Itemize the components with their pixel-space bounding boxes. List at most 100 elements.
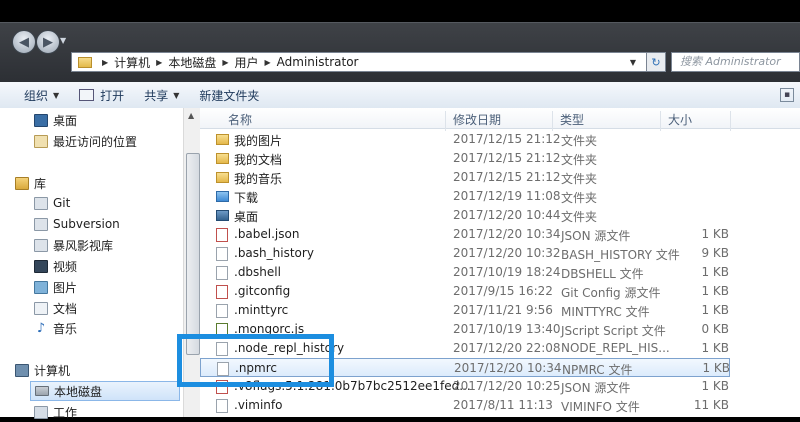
breadcrumb-computer[interactable]: 计算机 — [114, 54, 150, 71]
column-divider[interactable] — [660, 111, 661, 131]
file-row[interactable]: .bash_history 2017/12/20 10:32 BASH_HISTOR… — [200, 244, 800, 263]
file-icon — [216, 266, 228, 280]
sidebar-item-computer[interactable]: 计算机 — [15, 360, 70, 380]
address-bar[interactable]: ▶ 计算机 ▶ 本地磁盘 ▶ 用户 ▶ Administrator — [71, 52, 663, 72]
video-icon — [34, 259, 48, 273]
file-row[interactable]: .viminfo 2017/8/11 11:13 VIMINFO 文件 11 KB — [200, 396, 800, 415]
breadcrumb-chevron-icon[interactable]: ▶ — [156, 58, 162, 67]
scroll-up-icon[interactable]: ▲ — [188, 111, 194, 120]
breadcrumb-administrator[interactable]: Administrator — [277, 55, 359, 69]
scrollbar-thumb[interactable] — [186, 153, 200, 355]
file-type: 文件夹 — [561, 153, 598, 167]
sidebar-item-recent-places[interactable]: 最近访问的位置 — [34, 131, 137, 151]
sidebar-item-videos[interactable]: 视频 — [34, 256, 77, 276]
share-button[interactable]: 共享 ▼ — [134, 82, 189, 108]
file-modified: 2017/12/15 21:12 — [453, 132, 561, 146]
file-modified: 2017/10/19 18:24 — [453, 265, 561, 279]
folder-icon — [216, 134, 229, 145]
file-modified: 2017/10/19 13:40 — [453, 322, 561, 336]
sidebar-item-subversion[interactable]: Subversion — [34, 214, 120, 234]
column-name[interactable]: 名称 — [228, 111, 252, 128]
breadcrumb-chevron-icon[interactable]: ▶ — [222, 58, 228, 67]
json-file-icon — [216, 228, 228, 242]
sidebar-item-libraries[interactable]: 库 — [15, 173, 46, 193]
file-size: 1 KB — [701, 341, 729, 355]
file-row[interactable]: .babel.json 2017/12/20 10:34 JSON 源文件 1 KB — [200, 225, 800, 244]
file-row[interactable]: .gitconfig 2017/9/15 16:22 Git Config 源文件 1… — [200, 282, 800, 301]
view-options-icon[interactable]: ▪ — [780, 88, 794, 102]
sidebar-item-work[interactable]: 工作 — [34, 402, 77, 422]
breadcrumb-users[interactable]: 用户 — [235, 54, 259, 71]
file-modified: 2017/12/20 22:08 — [453, 341, 561, 355]
file-modified: 2017/12/20 10:25 — [453, 379, 561, 393]
file-row[interactable]: .dbshell 2017/10/19 18:24 DBSHELL 文件 1 KB — [200, 263, 800, 282]
file-type: 文件夹 — [561, 191, 598, 205]
file-modified: 2017/8/11 11:13 — [453, 398, 553, 412]
search-input[interactable]: 搜索 Administrator — [671, 52, 800, 72]
refresh-icon: ↻ — [651, 55, 661, 69]
git-icon — [34, 196, 48, 210]
address-dropdown-icon[interactable]: ▼ — [622, 52, 644, 72]
refresh-button[interactable]: ↻ — [646, 52, 666, 72]
file-name: 我的图片 — [234, 134, 283, 148]
file-name: 下载 — [234, 191, 259, 205]
file-name: 我的音乐 — [234, 172, 283, 186]
breadcrumb-chevron-icon[interactable]: ▶ — [102, 58, 108, 67]
folder-icon — [78, 56, 92, 68]
file-row[interactable]: 我的图片 2017/12/15 21:12 文件夹 — [200, 130, 800, 149]
open-button[interactable]: 打开 — [69, 82, 134, 108]
file-name: 桌面 — [234, 210, 259, 224]
downloads-folder-icon — [216, 191, 229, 202]
sidebar-item-documents[interactable]: 文档 — [34, 298, 77, 318]
file-name: .viminfo — [234, 398, 283, 412]
file-size: 1 KB — [701, 284, 729, 298]
breadcrumb-local-disk[interactable]: 本地磁盘 — [168, 54, 216, 71]
breadcrumb-chevron-icon[interactable]: ▶ — [265, 58, 271, 67]
column-divider[interactable] — [730, 111, 731, 131]
file-modified: 2017/12/20 10:34 — [453, 227, 561, 241]
recent-places-icon — [34, 134, 48, 148]
column-divider[interactable] — [552, 111, 553, 131]
sidebar-item-label: 工作 — [53, 405, 78, 420]
file-type: JSON 源文件 — [561, 381, 631, 395]
column-divider[interactable] — [445, 111, 446, 131]
sidebar-item-desktop[interactable]: 桌面 — [34, 110, 77, 130]
recent-pages-dropdown-icon[interactable]: ▼ — [60, 36, 66, 45]
forward-button[interactable]: ▶ — [36, 30, 60, 54]
file-name: 我的文档 — [234, 153, 283, 167]
file-name: .babel.json — [234, 227, 300, 241]
column-type[interactable]: 类型 — [560, 111, 584, 128]
sidebar-item-local-disk[interactable]: 本地磁盘 — [30, 381, 180, 401]
file-type: Git Config 源文件 — [561, 286, 661, 300]
sidebar-item-media-library[interactable]: 暴风影视库 — [34, 235, 113, 255]
sidebar-item-pictures[interactable]: 图片 — [34, 277, 77, 297]
pictures-icon — [34, 280, 48, 294]
organize-button[interactable]: 组织 ▼ — [0, 82, 69, 108]
file-row[interactable]: .minttyrc 2017/11/21 9:56 MINTTYRC 文件 1 KB — [200, 301, 800, 320]
sidebar-item-label: 视频 — [53, 259, 78, 274]
desktop-folder-icon — [216, 210, 229, 221]
column-size[interactable]: 大小 — [668, 111, 692, 128]
file-modified: 2017/12/20 10:32 — [453, 246, 561, 260]
computer-icon — [15, 363, 29, 377]
file-icon — [216, 247, 228, 261]
open-icon — [79, 89, 95, 101]
new-folder-button[interactable]: 新建文件夹 — [189, 82, 269, 108]
file-row[interactable]: 我的文档 2017/12/15 21:12 文件夹 — [200, 149, 800, 168]
file-type: NODE_REPL_HIS... — [561, 341, 670, 355]
file-size: 11 KB — [693, 398, 729, 412]
file-row[interactable]: 下载 2017/12/19 11:08 文件夹 — [200, 187, 800, 206]
sidebar-item-music[interactable]: ♪ 音乐 — [34, 318, 77, 338]
file-type: BASH_HISTORY 文件 — [561, 248, 680, 262]
navigation-pane: 桌面 最近访问的位置 库 Git Subversion 暴风影视库 视频 图片 … — [0, 108, 183, 420]
open-label: 打开 — [100, 88, 125, 103]
column-modified[interactable]: 修改日期 — [453, 111, 501, 128]
documents-icon — [34, 301, 48, 315]
file-type: 文件夹 — [561, 210, 598, 224]
file-row[interactable]: 桌面 2017/12/20 10:44 文件夹 — [200, 206, 800, 225]
music-icon: ♪ — [36, 320, 46, 336]
sidebar-item-label: 本地磁盘 — [54, 384, 103, 399]
file-row[interactable]: 我的音乐 2017/12/15 21:12 文件夹 — [200, 168, 800, 187]
back-button[interactable]: ◀ — [12, 30, 36, 54]
sidebar-item-git[interactable]: Git — [34, 193, 70, 213]
